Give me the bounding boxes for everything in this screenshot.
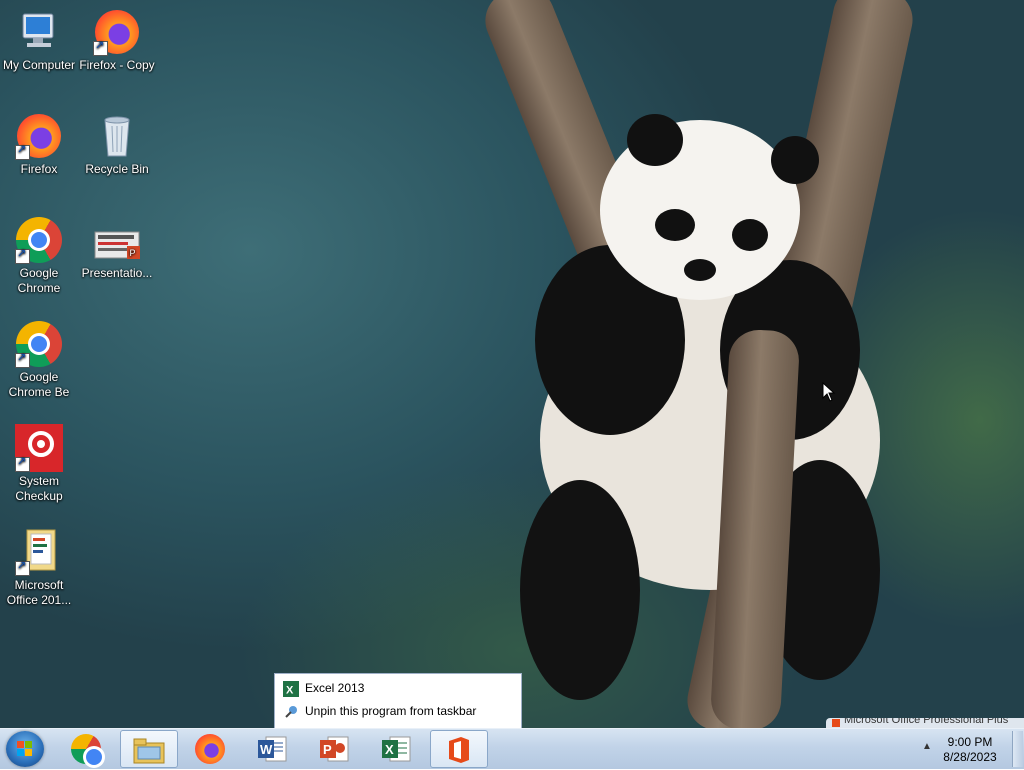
desktop-icon-firefox-copy[interactable]: Firefox - Copy (78, 8, 156, 73)
mouse-cursor-icon (822, 382, 836, 402)
word-icon: W (256, 734, 288, 764)
explorer-icon (133, 735, 165, 765)
excel-icon: X (380, 734, 412, 764)
desktop-icon-label: Recycle Bin (85, 162, 149, 176)
svg-text:P: P (323, 742, 332, 757)
clock-time: 9:00 PM (947, 735, 993, 749)
shortcut-arrow-icon (93, 39, 108, 56)
desktop-icon-microsoft-office[interactable]: Microsoft Office 201... (0, 528, 78, 608)
desktop-icon-label: My Computer (2, 58, 76, 72)
notification-text: Microsoft Office Professional Plus (844, 718, 1009, 726)
jumplist-item-unpin[interactable]: Unpin this program from taskbar (283, 701, 476, 721)
taskbar-explorer-button[interactable] (120, 730, 178, 768)
start-button[interactable] (6, 731, 44, 767)
svg-text:X: X (385, 742, 394, 757)
taskbar: W P X ▲ 9:00 PM 8/28/2023 (0, 728, 1024, 769)
powerpoint-file-icon: P (93, 216, 141, 264)
shortcut-arrow-icon (15, 143, 30, 160)
svg-text:X: X (286, 684, 294, 696)
powerpoint-icon: P (318, 734, 350, 764)
office-folder-icon (15, 528, 63, 576)
system-clock[interactable]: 9:00 PM 8/28/2023 (930, 735, 1010, 765)
desktop-icon-label: Google Chrome (17, 266, 61, 295)
unpin-icon (283, 704, 299, 720)
notification-balloon[interactable]: Microsoft Office Professional Plus (826, 718, 1024, 728)
taskbar-word-button[interactable]: W (244, 730, 300, 768)
desktop-icon-recycle-bin[interactable]: Recycle Bin (78, 112, 156, 177)
desktop-icon-google-chrome-beta[interactable]: Google Chrome Be (0, 320, 78, 400)
chrome-icon (15, 216, 63, 264)
office-icon (832, 719, 840, 727)
taskbar-office-button[interactable] (430, 730, 488, 768)
desktop-icon-label: Google Chrome Be (8, 370, 70, 399)
desktop-icon-label: Firefox - Copy (79, 58, 155, 72)
taskbar-jump-list: X Excel 2013 Unpin this program from tas… (274, 673, 522, 729)
firefox-icon (15, 112, 63, 160)
show-desktop-button[interactable] (1012, 731, 1023, 767)
taskbar-powerpoint-button[interactable]: P (306, 730, 362, 768)
jumplist-item-excel-2013[interactable]: X Excel 2013 (283, 678, 364, 698)
chrome-icon (70, 734, 105, 768)
firefox-icon (93, 8, 141, 56)
svg-text:P: P (130, 248, 136, 258)
firefox-icon (194, 734, 226, 764)
recycle-bin-icon (93, 112, 141, 160)
desktop-icon-firefox[interactable]: Firefox (0, 112, 78, 177)
desktop-icon-label: System Checkup (15, 474, 63, 503)
excel-icon: X (283, 680, 299, 697)
system-checkup-icon (15, 424, 63, 472)
taskbar-excel-button[interactable]: X (368, 730, 424, 768)
jumplist-item-label: Excel 2013 (305, 681, 365, 695)
desktop-icon-label: Firefox (20, 162, 58, 176)
panda-illustration (520, 114, 880, 700)
jumplist-item-label: Unpin this program from taskbar (305, 704, 477, 718)
svg-text:W: W (260, 742, 273, 757)
windows-logo-icon (17, 741, 33, 757)
shortcut-arrow-icon (15, 455, 30, 472)
clock-date: 8/28/2023 (943, 750, 997, 764)
computer-icon (15, 8, 63, 56)
desktop-icon-google-chrome[interactable]: Google Chrome (0, 216, 78, 296)
office-icon (443, 735, 475, 765)
desktop-icon-my-computer[interactable]: My Computer (0, 8, 78, 73)
shortcut-arrow-icon (15, 351, 30, 368)
desktop-icon-label: Microsoft Office 201... (6, 578, 72, 607)
chrome-icon (15, 320, 63, 368)
desktop-icon-presentation[interactable]: P Presentatio... (78, 216, 156, 281)
taskbar-chrome-button[interactable] (58, 730, 114, 768)
taskbar-firefox-button[interactable] (182, 730, 238, 768)
desktop-icon-system-checkup[interactable]: System Checkup (0, 424, 78, 504)
desktop-icon-label: Presentatio... (81, 266, 153, 280)
shortcut-arrow-icon (15, 559, 30, 576)
shortcut-arrow-icon (15, 247, 30, 264)
